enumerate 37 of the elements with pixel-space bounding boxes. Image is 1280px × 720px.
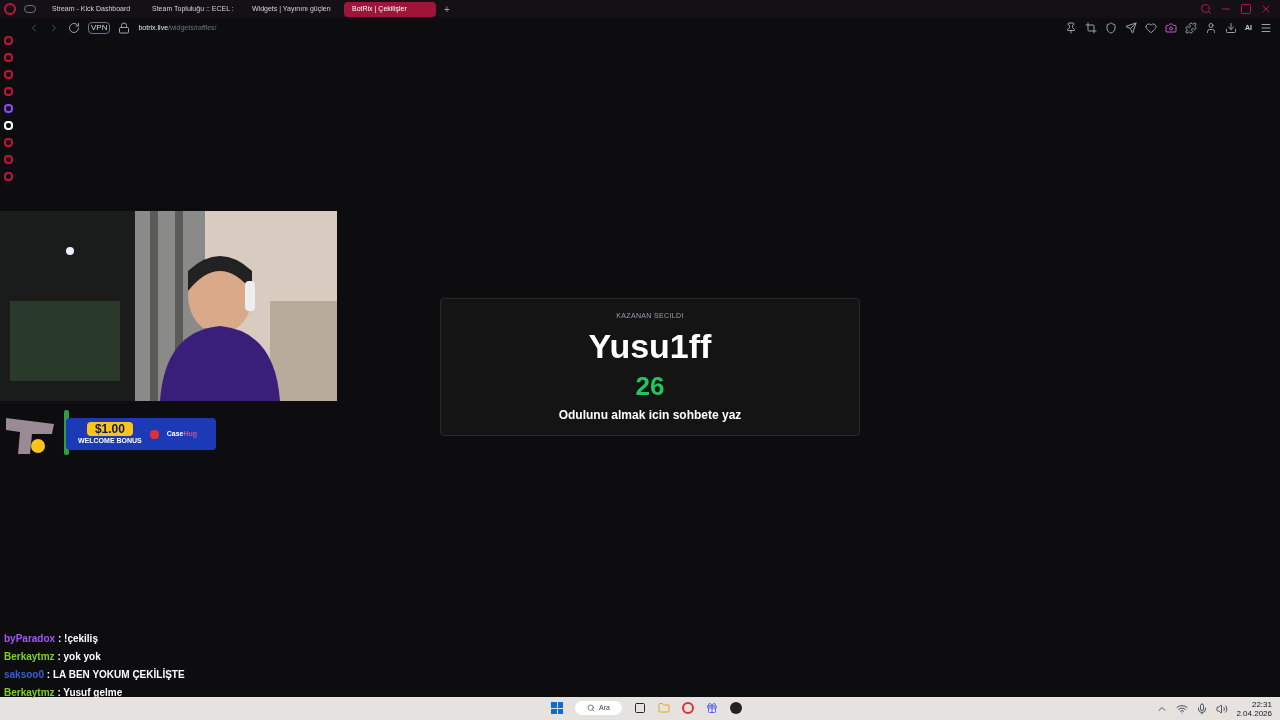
- network-icon[interactable]: [1176, 702, 1189, 715]
- chat-message: Berkaytmz : yok yok: [4, 650, 102, 664]
- shield-icon[interactable]: [1105, 22, 1117, 34]
- close-icon[interactable]: [1260, 3, 1272, 15]
- bonus-amount: $1.00: [86, 422, 133, 436]
- search-icon[interactable]: [1200, 3, 1212, 15]
- chat-message: Berkaytmz : Yusuf gelme: [4, 686, 124, 700]
- maximize-icon[interactable]: [1240, 3, 1252, 15]
- start-icon[interactable]: [551, 702, 563, 714]
- chat-message: byParadox : !çekiliş: [4, 632, 99, 646]
- snapshot-icon[interactable]: [1085, 22, 1097, 34]
- brand-logo-icon: [149, 429, 159, 439]
- reload-icon[interactable]: [68, 22, 80, 34]
- task-view-icon[interactable]: [633, 702, 646, 714]
- winner-message: Odulunu almak icin sohbete yaz: [558, 406, 742, 424]
- new-tab-button[interactable]: +: [444, 1, 450, 17]
- clock-date[interactable]: 2.04.2026: [1236, 708, 1272, 718]
- mic-icon[interactable]: [1196, 702, 1209, 715]
- download-icon[interactable]: [1225, 22, 1237, 34]
- send-icon[interactable]: [1125, 22, 1137, 34]
- lock-icon: [118, 22, 131, 34]
- chat-message: saksoo0 : LA BEN YOKUM ÇEKİLİŞTE: [4, 668, 185, 682]
- pin-icon[interactable]: [1065, 22, 1077, 34]
- menu-icon[interactable]: [1260, 22, 1272, 34]
- winner-count: 26: [635, 369, 665, 402]
- profile-icon[interactable]: [1205, 22, 1217, 34]
- heart-icon[interactable]: [1145, 22, 1157, 34]
- app-icon[interactable]: [729, 702, 742, 714]
- browser-logo-icon[interactable]: [681, 702, 694, 714]
- winner-name: Yusu1ff: [588, 325, 712, 366]
- vpn-badge[interactable]: VPN: [88, 22, 111, 34]
- browser-logo-icon: [4, 3, 16, 15]
- clock-time[interactable]: 22:31: [1251, 699, 1272, 709]
- puzzle-icon[interactable]: [1185, 22, 1197, 34]
- volume-icon[interactable]: [1216, 702, 1229, 715]
- extension-icon[interactable]: [1165, 22, 1177, 34]
- search-icon: [587, 704, 595, 712]
